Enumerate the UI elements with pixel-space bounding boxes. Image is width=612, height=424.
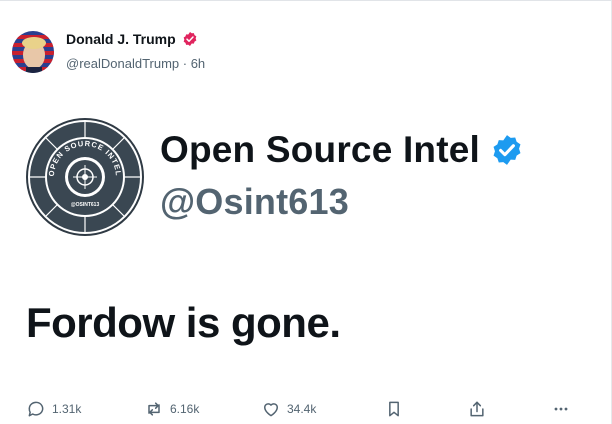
author-name-text[interactable]: Donald J. Trump — [66, 31, 176, 47]
author-name[interactable]: Donald J. Trump — [66, 31, 198, 47]
verified-badge-icon — [182, 31, 198, 47]
repost-button[interactable]: 6.16k — [144, 397, 199, 421]
verified-badge-icon — [490, 133, 524, 167]
post-card: Donald J. Trump @realDonaldTrump · 6h OP… — [0, 0, 612, 424]
more-dots-icon — [554, 407, 568, 411]
share-icon — [470, 401, 484, 417]
osint-logo: OPEN SOURCE INTEL @OSINT613 — [26, 118, 144, 236]
action-bar: 1.31k 6.16k 34.4k — [0, 397, 612, 421]
embedded-account-handle: @Osint613 — [160, 181, 349, 222]
reply-count: 1.31k — [52, 402, 82, 416]
author-avatar[interactable] — [12, 31, 54, 73]
post-text: Fordow is gone. — [26, 299, 341, 346]
embedded-account-name-text: Open Source Intel — [160, 129, 481, 170]
embedded-account-name: Open Source Intel — [160, 129, 524, 171]
like-count: 34.4k — [287, 402, 317, 416]
share-button[interactable] — [467, 397, 487, 421]
more-options-button[interactable] — [551, 397, 571, 421]
like-button[interactable]: 34.4k — [261, 397, 316, 421]
repost-icon — [148, 402, 160, 416]
author-handle-timestamp[interactable]: @realDonaldTrump · 6h — [66, 56, 205, 71]
osint-logo-subtext: @OSINT613 — [71, 202, 100, 208]
bookmark-button[interactable] — [384, 397, 404, 421]
heart-icon — [264, 403, 278, 417]
bookmark-icon — [389, 401, 399, 417]
repost-count: 6.16k — [170, 402, 200, 416]
reply-icon — [28, 401, 44, 417]
reply-button[interactable]: 1.31k — [26, 397, 81, 421]
